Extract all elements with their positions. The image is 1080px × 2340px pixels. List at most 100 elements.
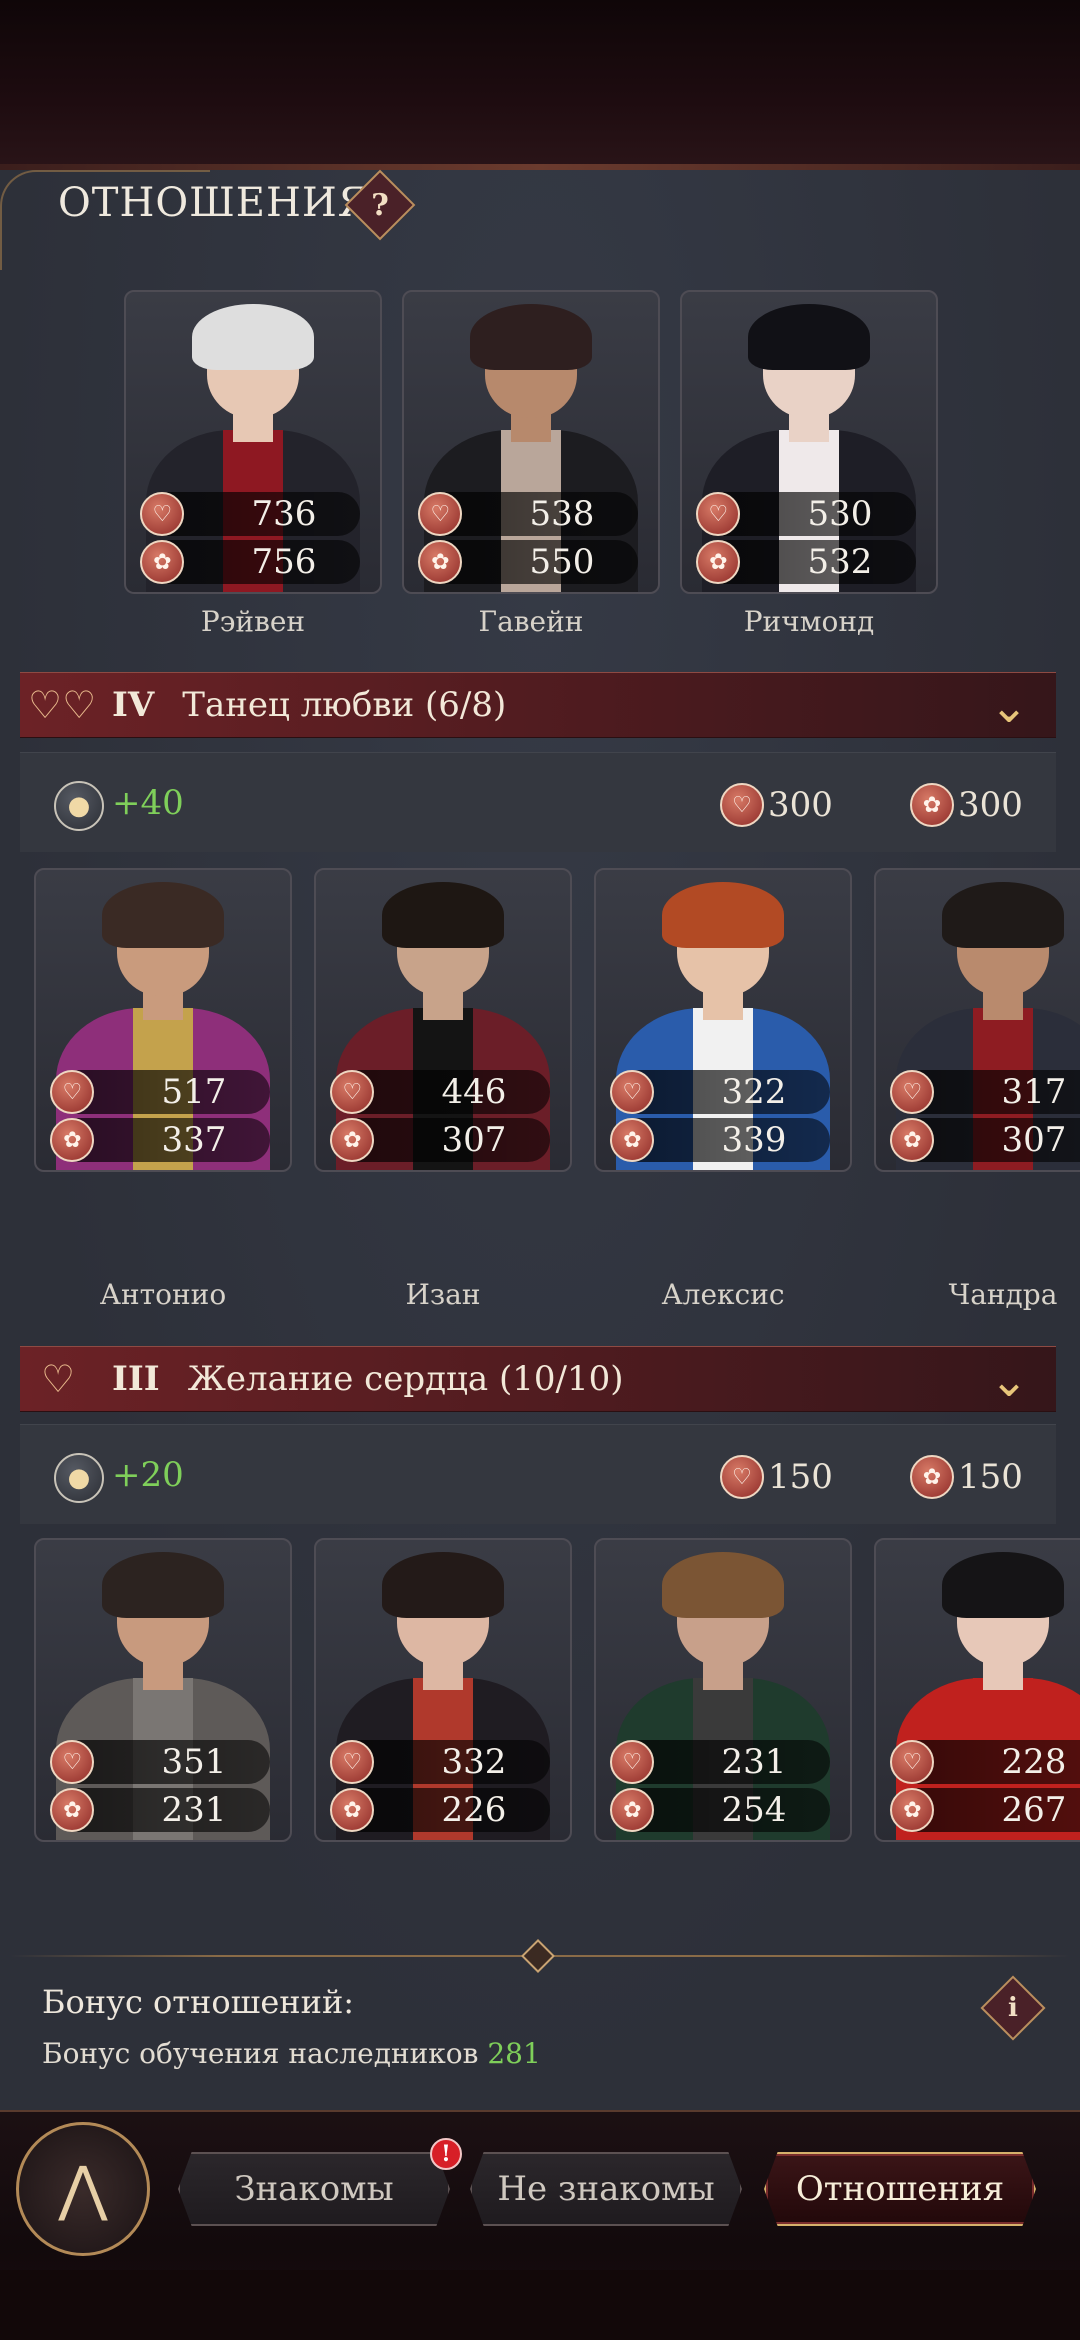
card-stats: ♡ 736 ✿ 756: [126, 482, 380, 592]
rose-icon: ✿: [610, 1788, 655, 1832]
card-stats: ♡ 228 ✿ 267: [876, 1730, 1080, 1840]
affection-value: 231: [721, 1742, 787, 1782]
character-card[interactable]: ♡ 317 ✿ 307: [874, 868, 1080, 1172]
affection-stat: ♡ 231: [610, 1740, 830, 1784]
page-title: ОТНОШЕНИЯ: [58, 180, 372, 226]
tab-known[interactable]: Знакомы: [178, 2152, 450, 2226]
rose-stat: ✿ 339: [610, 1118, 830, 1162]
rose-icon: ✿: [330, 1788, 375, 1832]
rose-stat: ✿ 337: [50, 1118, 270, 1162]
character-card[interactable]: ♡ 736 ✿ 756: [124, 290, 382, 594]
alert-badge: !: [430, 2138, 462, 2170]
character-card[interactable]: ♡ 530 ✿ 532: [680, 290, 938, 594]
rose-value: 339: [721, 1120, 787, 1160]
portrait-hair: [470, 304, 592, 370]
rose-value: 337: [161, 1120, 227, 1160]
character-card[interactable]: ♡ 332 ✿ 226: [314, 1538, 572, 1842]
portrait-hair: [382, 1552, 504, 1618]
portrait-hair: [662, 882, 784, 948]
info-button[interactable]: i: [980, 1975, 1046, 2041]
affection-icon: ♡: [610, 1740, 655, 1784]
rose-icon: ✿: [610, 1118, 655, 1162]
required-affection-value: 300: [768, 785, 833, 825]
rose-stat: ✿ 550: [418, 540, 638, 584]
help-icon: ?: [371, 187, 389, 223]
rose-stat: ✿ 307: [330, 1118, 550, 1162]
rose-value: 231: [161, 1790, 227, 1830]
affection-value: 351: [161, 1742, 227, 1782]
chevron-down-icon[interactable]: ⌄: [982, 679, 1036, 733]
rose-icon: ✿: [910, 1455, 954, 1499]
affection-stat: ♡ 322: [610, 1070, 830, 1114]
rose-stat: ✿ 756: [140, 540, 360, 584]
rose-value: 756: [251, 542, 317, 582]
affection-value: 228: [1001, 1742, 1067, 1782]
section-header-iv[interactable]: ♡♡ IV Танец любви (6/8) ⌄: [20, 672, 1056, 738]
bonus-value: +20: [112, 1455, 184, 1495]
system-bar: [0, 2270, 1080, 2340]
affection-icon: ♡: [610, 1070, 655, 1114]
card-stats: ♡ 530 ✿ 532: [682, 482, 936, 592]
rose-icon: ✿: [890, 1788, 935, 1832]
affection-icon: ♡: [330, 1070, 375, 1114]
bonus-line-label: Бонус обучения наследников: [42, 2037, 479, 2070]
card-stats: ♡ 446 ✿ 307: [316, 1060, 570, 1170]
chevron-down-icon[interactable]: ⌄: [982, 1353, 1036, 1407]
card-stats: ♡ 351 ✿ 231: [36, 1730, 290, 1840]
required-rose-value: 150: [958, 1457, 1023, 1497]
section-rank: III: [112, 1359, 160, 1399]
head-icon: ●: [54, 781, 104, 831]
required-affection: ♡ 150: [720, 1455, 833, 1499]
character-name: Изан: [405, 1278, 481, 1311]
rose-stat: ✿ 267: [890, 1788, 1080, 1832]
affection-value: 446: [441, 1072, 507, 1112]
relationship-bonus: Бонус отношений: Бонус обучения наследни…: [0, 1975, 1080, 2105]
section-header-iii[interactable]: ♡ III Желание сердца (10/10) ⌄: [20, 1346, 1056, 1412]
tab-unknown[interactable]: Не знакомы: [470, 2152, 742, 2226]
affection-icon: ♡: [720, 783, 764, 827]
top-status-area: [0, 0, 1080, 170]
affection-icon: ♡: [140, 492, 185, 536]
affection-stat: ♡ 517: [50, 1070, 270, 1114]
affection-icon: ♡: [720, 1455, 764, 1499]
character-card[interactable]: ♡ 538 ✿ 550: [402, 290, 660, 594]
affection-icon: ♡: [696, 492, 741, 536]
affection-stat: ♡ 446: [330, 1070, 550, 1114]
affection-stat: ♡ 317: [890, 1070, 1080, 1114]
header: ОТНОШЕНИЯ ?: [0, 169, 600, 270]
character-card[interactable]: ♡ 322 ✿ 339: [594, 868, 852, 1172]
rose-value: 307: [441, 1120, 507, 1160]
affection-stat: ♡ 351: [50, 1740, 270, 1784]
affection-icon: ♡: [50, 1740, 95, 1784]
character-card[interactable]: ♡ 446 ✿ 307: [314, 868, 572, 1172]
character-card[interactable]: ♡ 351 ✿ 231: [34, 1538, 292, 1842]
character-card[interactable]: ♡ 228 ✿ 267: [874, 1538, 1080, 1842]
rose-value: 307: [1001, 1120, 1067, 1160]
rose-icon: ✿: [50, 1788, 95, 1832]
affection-value: 317: [1001, 1072, 1067, 1112]
tab-relationships[interactable]: Отношения: [764, 2152, 1036, 2226]
portrait-hair: [102, 882, 224, 948]
card-stats: ♡ 538 ✿ 550: [404, 482, 658, 592]
affection-icon: ♡: [890, 1740, 935, 1784]
character-card[interactable]: ♡ 517 ✿ 337: [34, 868, 292, 1172]
character-card[interactable]: ♡ 231 ✿ 254: [594, 1538, 852, 1842]
portrait-hair: [102, 1552, 224, 1618]
affection-value: 332: [441, 1742, 507, 1782]
affection-value: 322: [721, 1072, 787, 1112]
rose-icon: ✿: [890, 1118, 935, 1162]
portrait-hair: [942, 882, 1064, 948]
affection-stat: ♡ 530: [696, 492, 916, 536]
bonus-value: +40: [112, 783, 184, 823]
section-bonus-row-iii: ● +20 ♡ 150 ✿ 150: [20, 1424, 1056, 1524]
required-affection: ♡ 300: [720, 783, 833, 827]
emblem-icon[interactable]: ⋀: [16, 2122, 150, 2256]
affection-icon: ♡: [330, 1740, 375, 1784]
rose-icon: ✿: [330, 1118, 375, 1162]
rose-value: 226: [441, 1790, 507, 1830]
character-name: Ричмонд: [743, 605, 875, 638]
bonus-title: Бонус отношений:: [42, 1983, 355, 2021]
rose-value: 532: [807, 542, 873, 582]
bonus-line: Бонус обучения наследников 281: [42, 2037, 541, 2070]
rose-stat: ✿ 254: [610, 1788, 830, 1832]
